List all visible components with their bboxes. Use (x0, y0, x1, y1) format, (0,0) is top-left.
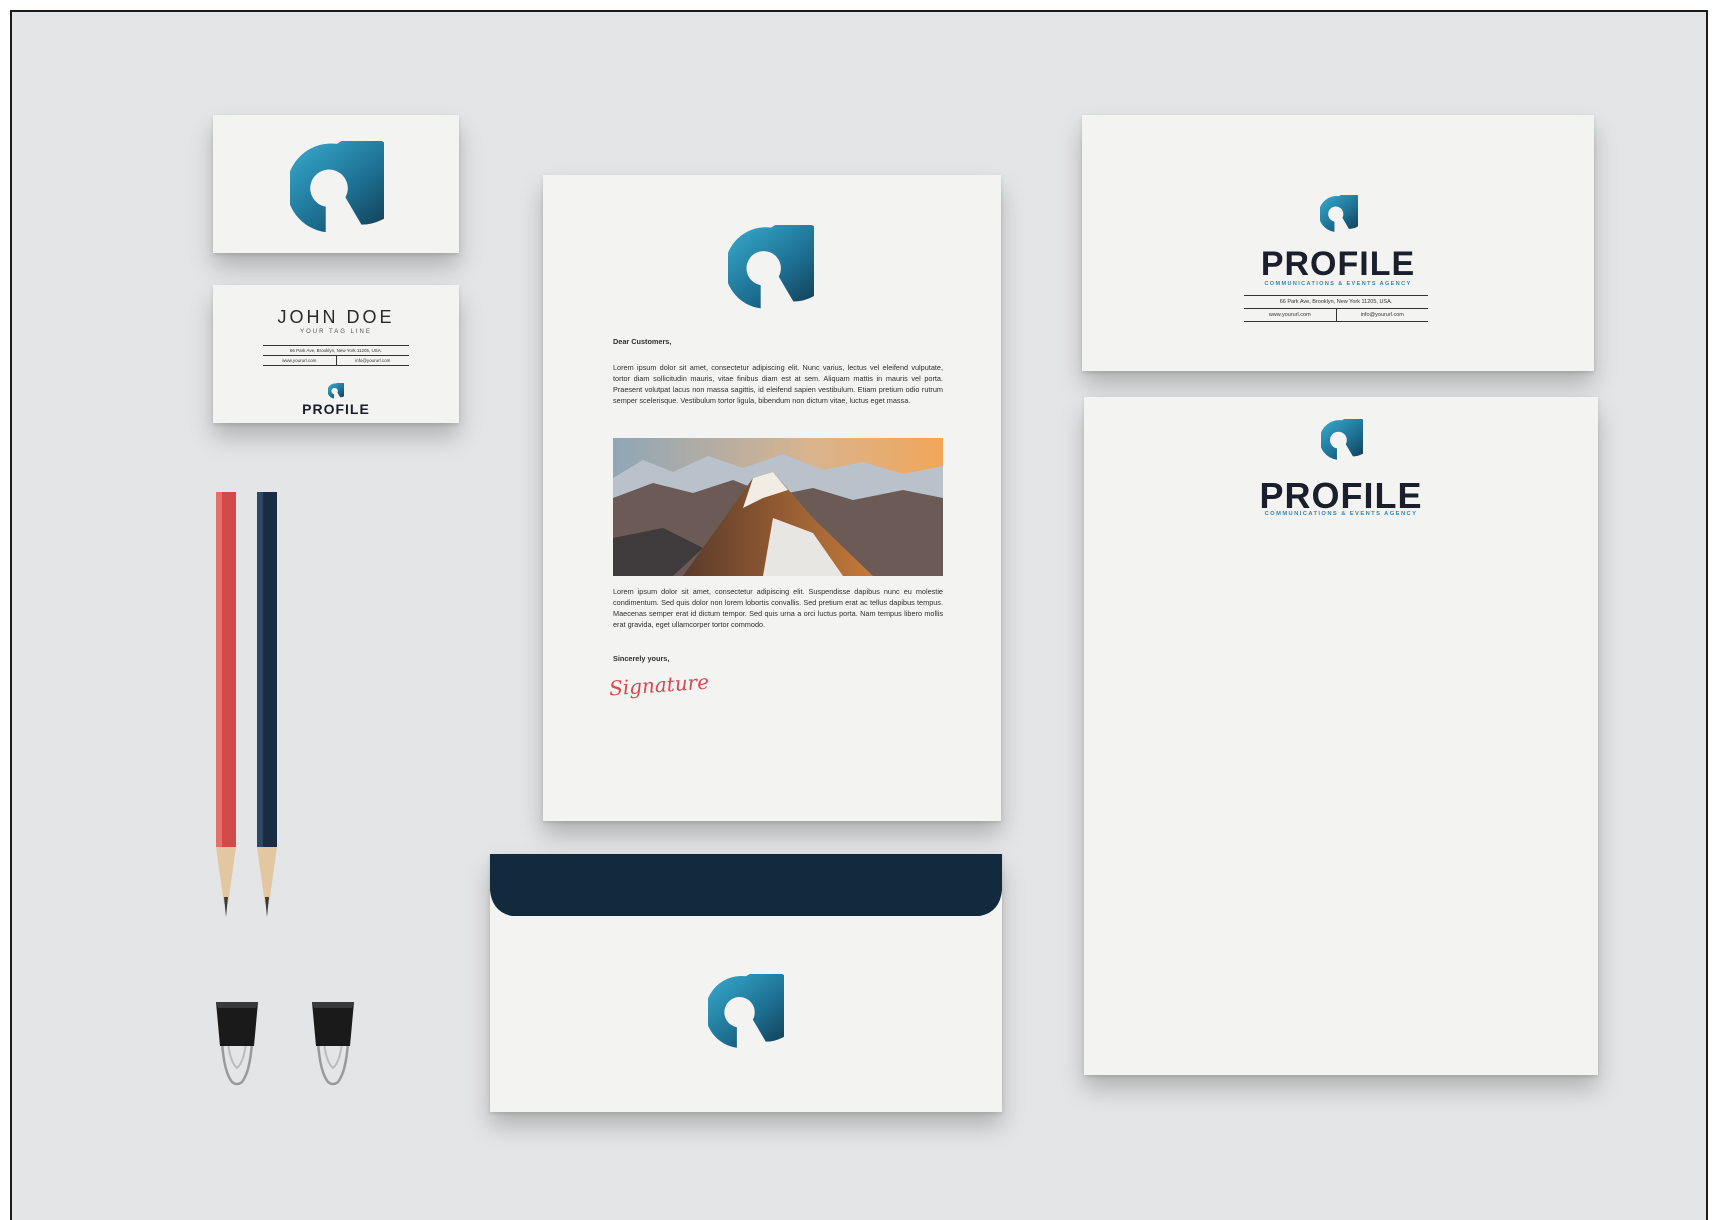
stationery-mockup-scene: JOHN DOE YOUR TAG LINE 66 Park Ave, Broo… (10, 10, 1708, 1220)
profile-logo-icon (708, 974, 784, 1050)
profile-logo-icon (1321, 419, 1363, 461)
letter-paragraph-1: Lorem ipsum dolor sit amet, consectetur … (613, 363, 943, 405)
slip-email: info@yoururl.com (1360, 312, 1404, 318)
binder-clip-icon (214, 1002, 260, 1086)
card-brand-wordmark: PROFILE (302, 401, 370, 417)
card-website: www.yoururl.com (263, 356, 337, 365)
presentation-folder: PROFILE COMMUNICATIONS & EVENTS AGENCY (1084, 397, 1598, 1075)
card-name: JOHN DOE (277, 307, 395, 327)
profile-logo-icon (328, 383, 344, 399)
mountain-photo (613, 438, 943, 576)
binder-clip-icon (310, 1002, 356, 1086)
card-tagline: YOUR TAG LINE (300, 329, 372, 335)
envelope-flap (490, 854, 1002, 920)
card-email: info@yoururl.com (355, 358, 391, 363)
letter-paragraph-2: Lorem ipsum dolor sit amet, consectetur … (613, 587, 943, 629)
slip-brand-wordmark: PROFILE (1260, 245, 1416, 283)
slip-brand-subtitle: COMMUNICATIONS & EVENTS AGENCY (1264, 281, 1412, 287)
envelope (490, 854, 1002, 1112)
letter-greeting: Dear Customers, (613, 337, 672, 346)
letter-closing: Sincerely yours, (613, 654, 670, 663)
card-contact-block: 66 Park Ave, Brooklyn, New York 11205, U… (263, 345, 409, 366)
slip-contact-block: 66 Park Ave, Brooklyn, New York 11205, U… (1244, 295, 1428, 322)
folder-brand-subtitle: COMMUNICATIONS & EVENTS AGENCY (1264, 511, 1418, 517)
business-card-back: JOHN DOE YOUR TAG LINE 66 Park Ave, Broo… (213, 285, 459, 423)
letterhead-sheet: Dear Customers, Lorem ipsum dolor sit am… (543, 175, 1001, 821)
profile-logo-icon (290, 141, 384, 235)
letter-signature: Signature (608, 669, 710, 701)
card-address: 66 Park Ave, Brooklyn, New York 11205, U… (263, 346, 409, 356)
slip-website: www.yoururl.com (1244, 309, 1337, 321)
red-pencil (215, 492, 237, 917)
compliment-slip: PROFILE COMMUNICATIONS & EVENTS AGENCY 6… (1082, 115, 1594, 371)
profile-logo-icon (728, 225, 814, 311)
navy-pencil (256, 492, 278, 917)
profile-logo-icon (1320, 195, 1358, 233)
business-card-front (213, 115, 459, 253)
slip-address: 66 Park Ave, Brooklyn, New York 11205, U… (1244, 296, 1428, 309)
